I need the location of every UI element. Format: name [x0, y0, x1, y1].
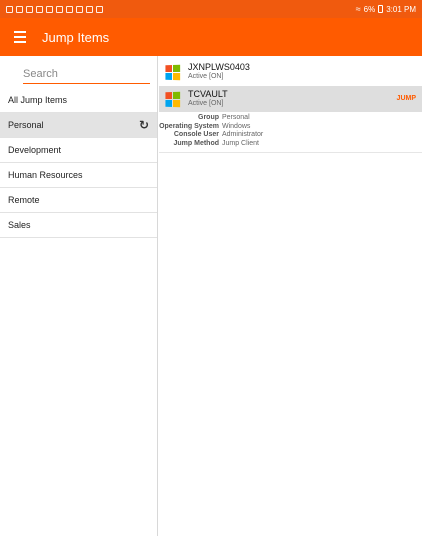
page-title: Jump Items — [42, 29, 110, 45]
notification-icon — [26, 5, 33, 13]
item-details: Group Personal Operating System Windows … — [159, 112, 422, 153]
sidebar-item-sales[interactable]: Sales — [0, 213, 157, 238]
search-container — [0, 56, 157, 88]
detail-key: Jump Method — [173, 139, 220, 147]
sidebar-item-label: Remote — [8, 195, 40, 205]
group-list: All Jump Items Personal ↻ Development Hu… — [0, 88, 157, 238]
sidebar-item-label: Sales — [8, 220, 31, 230]
search-input[interactable] — [23, 66, 150, 84]
item-name: TCVAULT — [188, 89, 228, 99]
battery-icon — [378, 5, 384, 13]
sidebar-item-personal[interactable]: Personal ↻ — [0, 113, 157, 138]
detail-row: Group Personal — [159, 114, 422, 123]
notification-icon — [56, 5, 63, 13]
status-bar: ≈ 6% 3:01 PM — [0, 0, 422, 18]
notification-icon — [46, 5, 53, 13]
detail-key: Group — [198, 114, 219, 121]
refresh-icon[interactable]: ↻ — [139, 118, 149, 132]
windows-icon — [165, 64, 181, 80]
hamburger-menu-icon[interactable] — [0, 18, 40, 56]
app-bar: Jump Items — [0, 18, 422, 56]
clock: 3:01 PM — [386, 4, 416, 14]
detail-key: Console User — [173, 131, 219, 138]
sidebar-item-remote[interactable]: Remote — [0, 188, 157, 213]
status-right: ≈ 6% 3:01 PM — [356, 4, 416, 14]
list-item[interactable]: TCVAULT Active [ON] JUMP — [159, 86, 422, 112]
windows-icon — [165, 91, 181, 107]
jump-item-list: JXNPLWS0403 Active [ON] TCVAULT Active [… — [159, 56, 422, 536]
sidebar-item-human-resources[interactable]: Human Resources — [0, 163, 157, 188]
item-status: Active [ON] — [188, 73, 224, 80]
jump-button[interactable]: JUMP — [397, 95, 416, 102]
detail-value: Windows — [222, 122, 251, 130]
sidebar-item-all-jump-items[interactable]: All Jump Items — [0, 88, 157, 113]
notification-icon — [6, 5, 13, 13]
detail-value: Personal — [222, 114, 250, 121]
notification-icon — [76, 5, 83, 13]
detail-key: Operating System — [159, 122, 219, 130]
sidebar-item-development[interactable]: Development — [0, 138, 157, 163]
detail-value: Jump Client — [222, 139, 259, 147]
list-item[interactable]: JXNPLWS0403 Active [ON] — [159, 59, 422, 85]
item-status: Active [ON] — [188, 100, 224, 107]
detail-row: Operating System Windows — [159, 123, 422, 132]
item-name: JXNPLWS0403 — [188, 62, 250, 72]
sidebar-item-label: Development — [8, 145, 62, 155]
sidebar: All Jump Items Personal ↻ Development Hu… — [0, 56, 158, 536]
battery-percent: 6% — [363, 4, 376, 14]
sidebar-item-label: All Jump Items — [8, 95, 68, 105]
notification-icon — [66, 5, 73, 13]
detail-row: Console User Administrator — [159, 131, 422, 140]
notification-icons — [6, 5, 103, 13]
notification-icon — [16, 5, 23, 13]
detail-row: Jump Method Jump Client — [159, 140, 422, 149]
sidebar-item-label: Human Resources — [8, 170, 83, 180]
wifi-icon: ≈ — [355, 4, 361, 14]
notification-icon — [86, 5, 93, 13]
notification-icon — [36, 5, 43, 13]
detail-value: Administrator — [222, 131, 264, 138]
notification-icon — [96, 5, 103, 13]
sidebar-item-label: Personal — [8, 120, 44, 130]
